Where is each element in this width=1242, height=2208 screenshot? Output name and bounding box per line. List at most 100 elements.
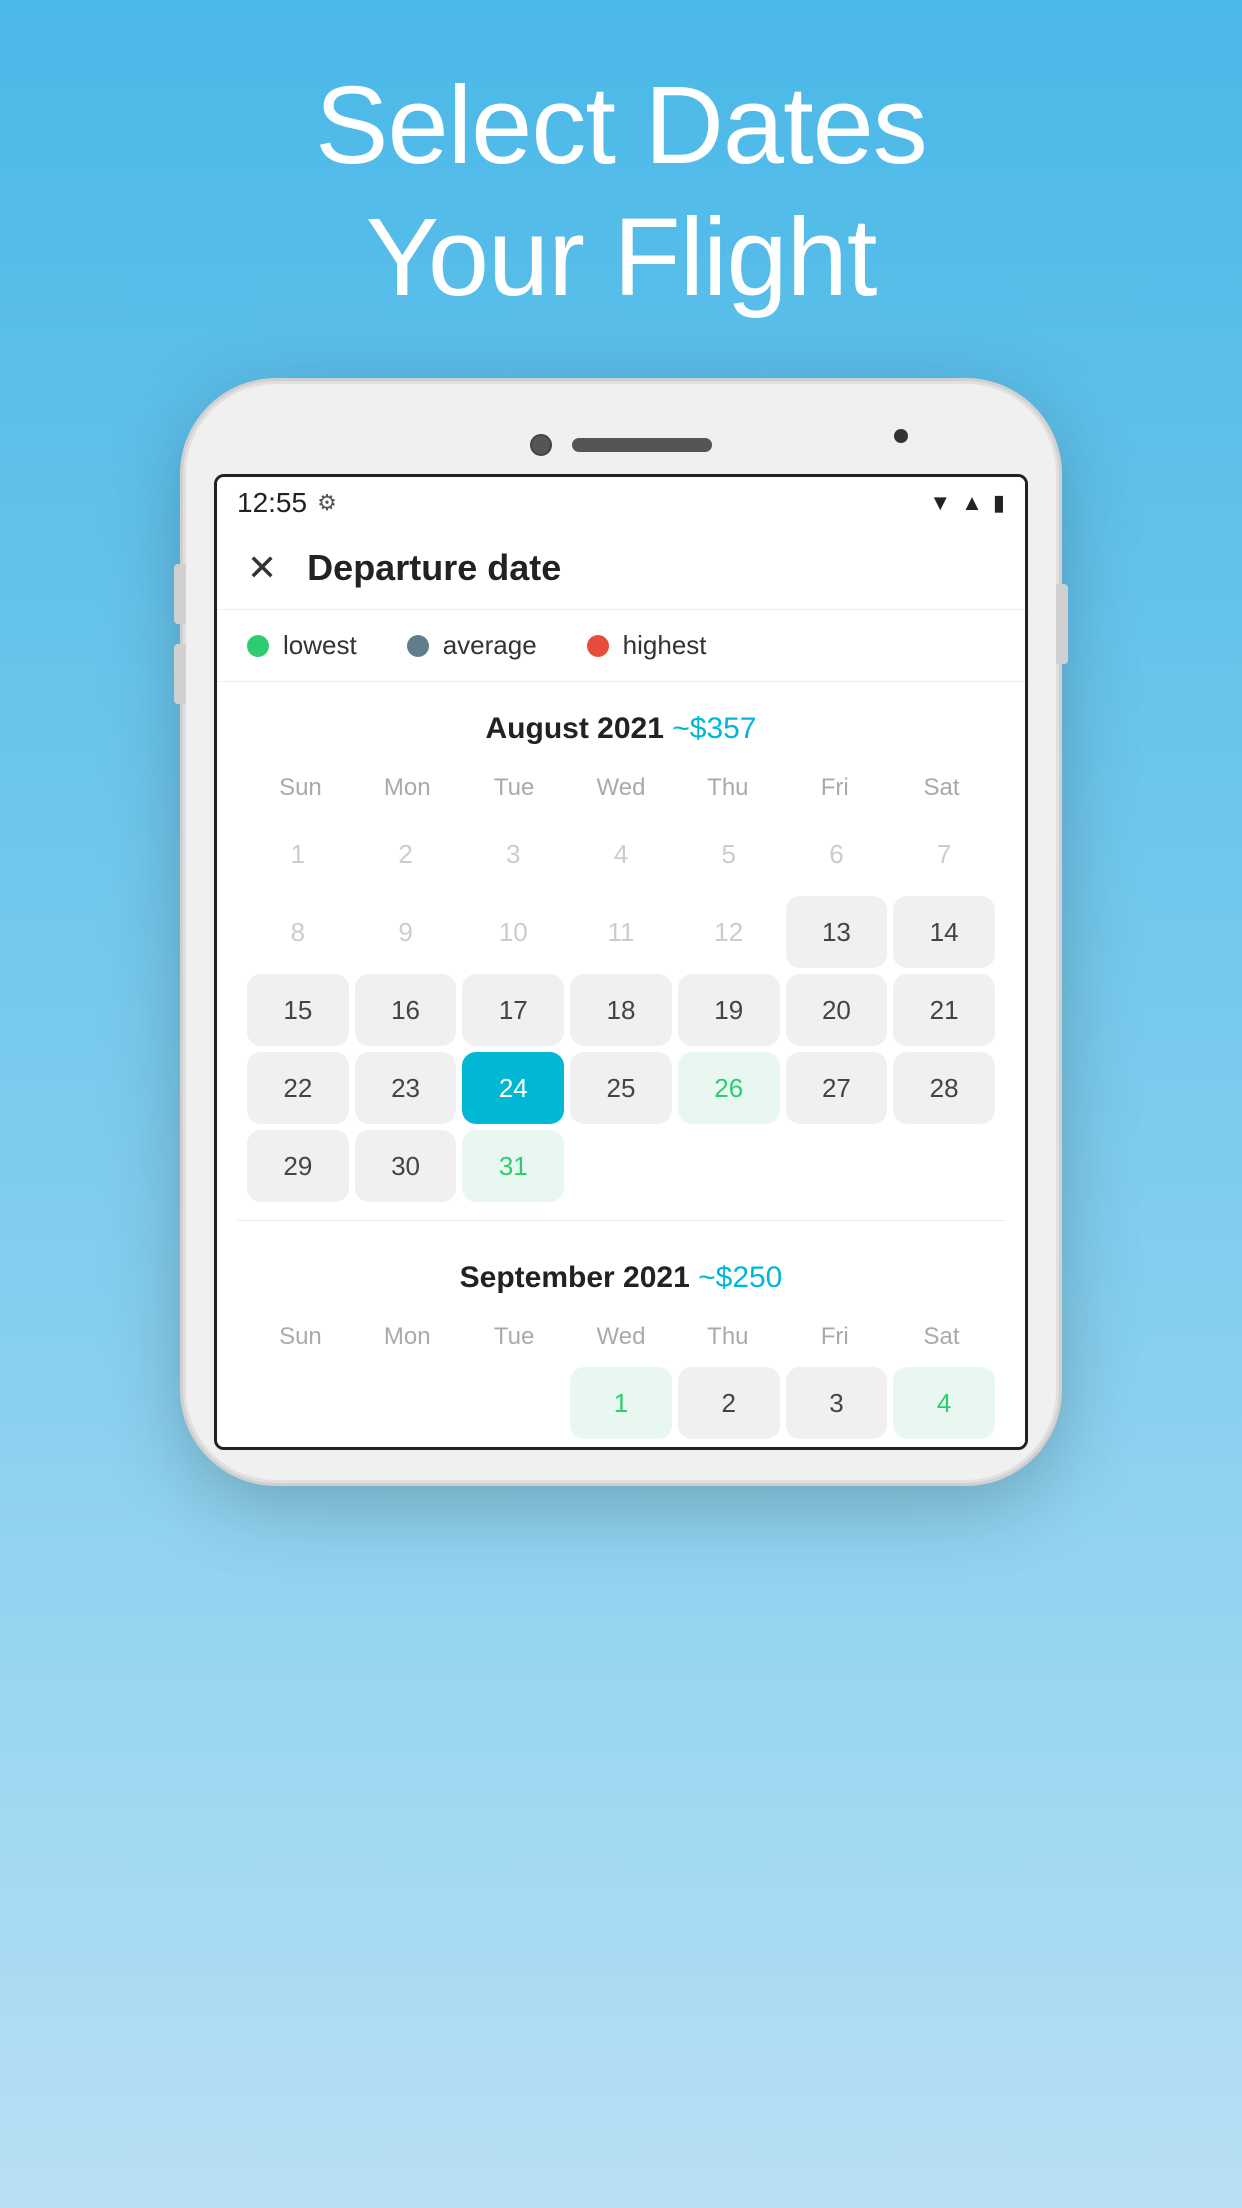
wifi-icon: ▼ bbox=[929, 490, 951, 516]
september-header: September 2021 ~$250 bbox=[237, 1231, 1005, 1315]
phone-frame: 12:55 ⚙ ▼ ▲ ▮ ✕ Departure date lowest bbox=[186, 384, 1056, 1480]
calendar-day-22[interactable]: 22 bbox=[247, 1052, 349, 1124]
screen-title: Departure date bbox=[307, 547, 561, 589]
phone-top bbox=[214, 414, 1028, 474]
calendar-day-13[interactable]: 13 bbox=[786, 896, 888, 968]
app-header: ✕ Departure date bbox=[217, 527, 1025, 610]
time-display: 12:55 bbox=[237, 487, 307, 519]
calendar-day-empty bbox=[893, 1130, 995, 1202]
calendar-day-empty bbox=[678, 1130, 780, 1202]
hero-title: Select Dates Your Flight bbox=[0, 0, 1242, 384]
calendar-day-27[interactable]: 27 bbox=[786, 1052, 888, 1124]
calendar-day-5: 5 bbox=[678, 818, 780, 890]
calendar-day-18[interactable]: 18 bbox=[570, 974, 672, 1046]
calendar-day-31[interactable]: 31 bbox=[462, 1130, 564, 1202]
calendar-day-30[interactable]: 30 bbox=[355, 1130, 457, 1202]
august-calendar: August 2021 ~$357 Sun Mon Tue Wed Thu Fr… bbox=[217, 682, 1025, 1210]
calendar-day-16[interactable]: 16 bbox=[355, 974, 457, 1046]
calendar-day-23[interactable]: 23 bbox=[355, 1052, 457, 1124]
september-day-names: Sun Mon Tue Wed Thu Fri Sat bbox=[237, 1315, 1005, 1359]
calendar-day-3[interactable]: 3 bbox=[786, 1367, 888, 1439]
calendar-day-2[interactable]: 2 bbox=[678, 1367, 780, 1439]
calendar-day-25[interactable]: 25 bbox=[570, 1052, 672, 1124]
day-sun: Sun bbox=[247, 766, 354, 810]
status-time: 12:55 ⚙ bbox=[237, 487, 337, 519]
august-day-names: Sun Mon Tue Wed Thu Fri Sat bbox=[237, 766, 1005, 810]
month-separator bbox=[237, 1220, 1005, 1221]
day-fri: Fri bbox=[781, 766, 888, 810]
calendar-day-2: 2 bbox=[355, 818, 457, 890]
september-calendar: September 2021 ~$250 Sun Mon Tue Wed Thu… bbox=[217, 1231, 1025, 1447]
calendar-day-4: 4 bbox=[570, 818, 672, 890]
august-header: August 2021 ~$357 bbox=[237, 682, 1005, 766]
legend-lowest: lowest bbox=[247, 630, 357, 661]
august-price: ~$357 bbox=[672, 712, 756, 745]
day-sat: Sat bbox=[888, 766, 995, 810]
calendar-day-19[interactable]: 19 bbox=[678, 974, 780, 1046]
phone-screen: 12:55 ⚙ ▼ ▲ ▮ ✕ Departure date lowest bbox=[214, 474, 1028, 1450]
calendar-day-26[interactable]: 26 bbox=[678, 1052, 780, 1124]
phone-speaker bbox=[572, 438, 712, 452]
day-thu: Thu bbox=[674, 766, 781, 810]
calendar-day-28[interactable]: 28 bbox=[893, 1052, 995, 1124]
legend-highest: highest bbox=[587, 630, 707, 661]
calendar-day-empty bbox=[355, 1367, 457, 1439]
calendar-day-20[interactable]: 20 bbox=[786, 974, 888, 1046]
calendar-day-4[interactable]: 4 bbox=[893, 1367, 995, 1439]
lowest-label: lowest bbox=[283, 630, 357, 661]
sep-day-tue: Tue bbox=[461, 1315, 568, 1359]
highest-label: highest bbox=[623, 630, 707, 661]
lowest-dot bbox=[247, 635, 269, 657]
calendar-day-empty bbox=[462, 1367, 564, 1439]
highest-dot bbox=[587, 635, 609, 657]
calendar-day-empty bbox=[570, 1130, 672, 1202]
august-title: August 2021 bbox=[486, 712, 664, 745]
sep-day-mon: Mon bbox=[354, 1315, 461, 1359]
day-wed: Wed bbox=[568, 766, 675, 810]
hero-section: Select Dates Your Flight bbox=[0, 0, 1242, 384]
hero-line1: Select Dates bbox=[315, 64, 927, 187]
september-days-grid: 1234 bbox=[237, 1359, 1005, 1447]
calendar-day-empty bbox=[247, 1367, 349, 1439]
status-bar: 12:55 ⚙ ▼ ▲ ▮ bbox=[217, 477, 1025, 527]
sep-day-sun: Sun bbox=[247, 1315, 354, 1359]
hero-line2: Your Flight bbox=[366, 196, 877, 319]
power-button bbox=[1056, 584, 1068, 664]
calendar-day-6: 6 bbox=[786, 818, 888, 890]
calendar-day-1: 1 bbox=[247, 818, 349, 890]
volume-up-button bbox=[174, 564, 186, 624]
battery-icon: ▮ bbox=[993, 490, 1005, 516]
day-tue: Tue bbox=[461, 766, 568, 810]
phone-wrapper: 12:55 ⚙ ▼ ▲ ▮ ✕ Departure date lowest bbox=[0, 384, 1242, 1480]
calendar-day-14[interactable]: 14 bbox=[893, 896, 995, 968]
calendar-day-29[interactable]: 29 bbox=[247, 1130, 349, 1202]
calendar-day-8: 8 bbox=[247, 896, 349, 968]
calendar-day-3: 3 bbox=[462, 818, 564, 890]
close-button[interactable]: ✕ bbox=[247, 547, 277, 589]
calendar-day-10: 10 bbox=[462, 896, 564, 968]
calendar-day-1[interactable]: 1 bbox=[570, 1367, 672, 1439]
calendar-day-15[interactable]: 15 bbox=[247, 974, 349, 1046]
legend-average: average bbox=[407, 630, 537, 661]
calendar-day-17[interactable]: 17 bbox=[462, 974, 564, 1046]
august-days-grid: 1234567891011121314151617181920212223242… bbox=[237, 810, 1005, 1210]
calendar-day-9: 9 bbox=[355, 896, 457, 968]
calendar-day-24[interactable]: 24 bbox=[462, 1052, 564, 1124]
calendar-day-7: 7 bbox=[893, 818, 995, 890]
calendar-day-empty bbox=[786, 1130, 888, 1202]
day-mon: Mon bbox=[354, 766, 461, 810]
average-label: average bbox=[443, 630, 537, 661]
signal-icon: ▲ bbox=[961, 490, 983, 516]
sensor-dot bbox=[894, 429, 908, 443]
september-title: September 2021 bbox=[460, 1261, 690, 1294]
september-price: ~$250 bbox=[698, 1261, 782, 1294]
sep-day-thu: Thu bbox=[674, 1315, 781, 1359]
calendar-day-11: 11 bbox=[570, 896, 672, 968]
gear-icon: ⚙ bbox=[317, 490, 337, 516]
calendar-day-21[interactable]: 21 bbox=[893, 974, 995, 1046]
legend-bar: lowest average highest bbox=[217, 610, 1025, 682]
status-icons: ▼ ▲ ▮ bbox=[929, 490, 1005, 516]
average-dot bbox=[407, 635, 429, 657]
calendar-day-12: 12 bbox=[678, 896, 780, 968]
sep-day-sat: Sat bbox=[888, 1315, 995, 1359]
